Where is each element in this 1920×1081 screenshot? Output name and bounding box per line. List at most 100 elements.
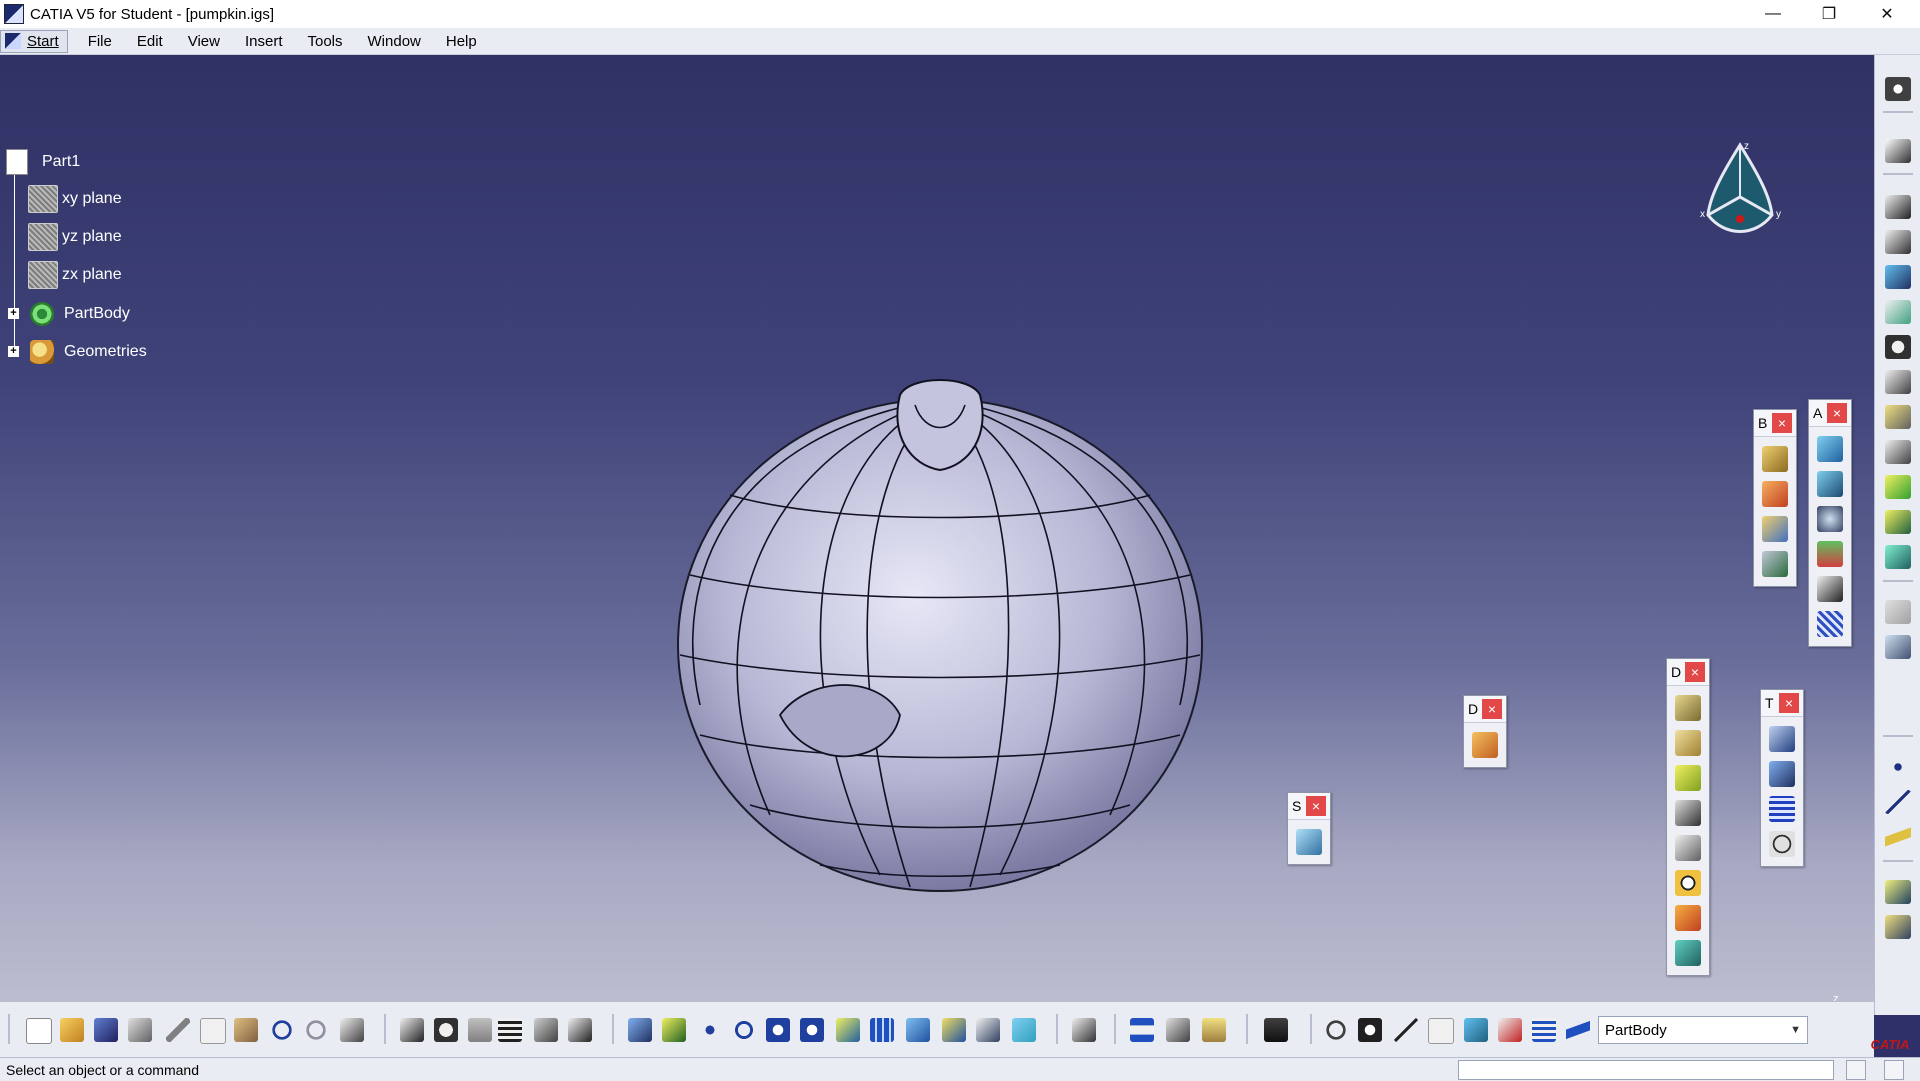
save-icon[interactable]: [94, 1018, 118, 1042]
floating-toolbar-s[interactable]: S ×: [1287, 792, 1331, 865]
axis-system-icon[interactable]: [1394, 1018, 1418, 1042]
capture-icon[interactable]: [1264, 1018, 1288, 1042]
sketcher-icon[interactable]: [1885, 139, 1911, 163]
compass[interactable]: z x y: [1690, 137, 1790, 247]
start-menu[interactable]: Start: [0, 29, 68, 53]
link-icon[interactable]: [1762, 551, 1788, 577]
close-icon[interactable]: ×: [1482, 699, 1502, 719]
boolean-icon[interactable]: [1762, 481, 1788, 507]
status-button[interactable]: [1884, 1060, 1904, 1080]
close-icon[interactable]: ×: [1685, 662, 1705, 682]
floating-toolbar-d-small[interactable]: D ×: [1463, 695, 1507, 768]
tree-item-partbody[interactable]: PartBody: [30, 299, 130, 329]
point-icon[interactable]: [1885, 755, 1911, 779]
table-icon[interactable]: [498, 1018, 522, 1042]
menu-insert[interactable]: Insert: [245, 33, 283, 50]
isometric-view-icon[interactable]: [906, 1018, 930, 1042]
pocket-icon[interactable]: [1675, 730, 1701, 756]
measure-item-icon[interactable]: [1166, 1018, 1190, 1042]
knowledge-icon[interactable]: [434, 1018, 458, 1042]
units-icon[interactable]: [1428, 1018, 1454, 1044]
tree-item-yz-plane[interactable]: yz plane: [28, 222, 122, 252]
tree-item-xy-plane[interactable]: xy plane: [28, 184, 122, 214]
restore-button[interactable]: ❐: [1800, 0, 1858, 28]
swap-space-icon[interactable]: [1012, 1018, 1036, 1042]
close-icon[interactable]: ×: [1827, 403, 1847, 423]
surface-icon[interactable]: [1817, 436, 1843, 462]
menu-help[interactable]: Help: [446, 33, 477, 50]
floating-toolbar-b[interactable]: B ×: [1753, 409, 1797, 587]
menu-file[interactable]: File: [88, 33, 112, 50]
paste-icon[interactable]: [234, 1018, 258, 1042]
hand-icon[interactable]: [1472, 732, 1498, 758]
normal-view-icon[interactable]: [836, 1018, 860, 1042]
expand-geometries-icon[interactable]: +: [8, 346, 19, 357]
shell-icon[interactable]: [1675, 940, 1701, 966]
stiffener-icon[interactable]: [1885, 440, 1911, 464]
inertia-icon[interactable]: [1202, 1018, 1226, 1042]
floating-toolbar-a[interactable]: A ×: [1808, 399, 1852, 647]
multi-view-icon[interactable]: [870, 1018, 894, 1042]
analysis-tools-icon[interactable]: [1498, 1018, 1522, 1042]
translate-icon[interactable]: [1769, 726, 1795, 752]
lock-icon[interactable]: [468, 1018, 492, 1042]
pad-icon[interactable]: [1885, 195, 1911, 219]
sphere-icon[interactable]: [1817, 506, 1843, 532]
cut-icon[interactable]: [166, 1018, 190, 1042]
mirror-icon[interactable]: [1769, 761, 1795, 787]
rotate-icon[interactable]: [732, 1018, 756, 1042]
zoom-out-icon[interactable]: [800, 1018, 824, 1042]
zoom-in-icon[interactable]: [766, 1018, 790, 1042]
pan-icon[interactable]: [698, 1018, 722, 1042]
tree-item-zx-plane[interactable]: zx plane: [28, 260, 122, 290]
layer-filter-icon[interactable]: [1532, 1018, 1556, 1042]
gear-icon[interactable]: [1885, 77, 1911, 101]
eraser-icon[interactable]: [1296, 829, 1322, 855]
close-icon[interactable]: ×: [1779, 693, 1799, 713]
fillet-icon[interactable]: [1675, 800, 1701, 826]
command-input[interactable]: [1458, 1060, 1834, 1080]
menu-window[interactable]: Window: [368, 33, 421, 50]
assemble-icon[interactable]: [1885, 915, 1911, 939]
solid-icon[interactable]: [1885, 475, 1911, 499]
current-body-select[interactable]: PartBody ▼: [1598, 1016, 1808, 1044]
line-icon[interactable]: [1885, 790, 1911, 814]
menu-edit[interactable]: Edit: [137, 33, 163, 50]
measure-icon[interactable]: [1885, 600, 1911, 624]
pumpkin-3d-model[interactable]: [670, 375, 1210, 895]
pocket-icon[interactable]: [1885, 230, 1911, 254]
grab-icon[interactable]: [1358, 1018, 1382, 1042]
undo-icon[interactable]: [270, 1018, 294, 1042]
design-table-icon[interactable]: [568, 1018, 592, 1042]
tree-item-part1[interactable]: Part1: [6, 147, 80, 177]
chamfer-icon[interactable]: [1675, 835, 1701, 861]
open-file-icon[interactable]: [60, 1018, 84, 1042]
draft-icon[interactable]: [1675, 905, 1701, 931]
whats-this-icon[interactable]: [340, 1018, 364, 1042]
shaft-icon[interactable]: [1885, 265, 1911, 289]
grid-icon[interactable]: [1769, 796, 1795, 822]
pad-icon[interactable]: [1675, 695, 1701, 721]
intersect-icon[interactable]: [1762, 516, 1788, 542]
fly-mode-icon[interactable]: [628, 1018, 652, 1042]
slot-icon[interactable]: [1885, 405, 1911, 429]
parameter-icon[interactable]: [534, 1018, 558, 1042]
sketch-icon[interactable]: [1817, 576, 1843, 602]
minimize-button[interactable]: —: [1744, 0, 1802, 28]
plane-icon[interactable]: [1885, 825, 1911, 849]
update-icon[interactable]: [1324, 1018, 1348, 1042]
expand-partbody-icon[interactable]: +: [8, 308, 19, 319]
layer-icon[interactable]: [1817, 541, 1843, 567]
snap-icon[interactable]: [1464, 1018, 1488, 1042]
redo-icon[interactable]: [304, 1018, 328, 1042]
sketch-plane-icon[interactable]: [1072, 1018, 1096, 1042]
boolean-operations-icon[interactable]: [1885, 880, 1911, 904]
status-button[interactable]: [1846, 1060, 1866, 1080]
sweep-icon[interactable]: [1817, 471, 1843, 497]
floating-toolbar-d[interactable]: D ×: [1666, 658, 1710, 976]
copy-icon[interactable]: [200, 1018, 226, 1044]
formula-icon[interactable]: [400, 1018, 424, 1042]
pattern-icon[interactable]: [1817, 611, 1843, 637]
hide-show-icon[interactable]: [976, 1018, 1000, 1042]
3d-viewport[interactable]: Part1 xy plane yz plane zx plane + PartB…: [0, 55, 1874, 1043]
